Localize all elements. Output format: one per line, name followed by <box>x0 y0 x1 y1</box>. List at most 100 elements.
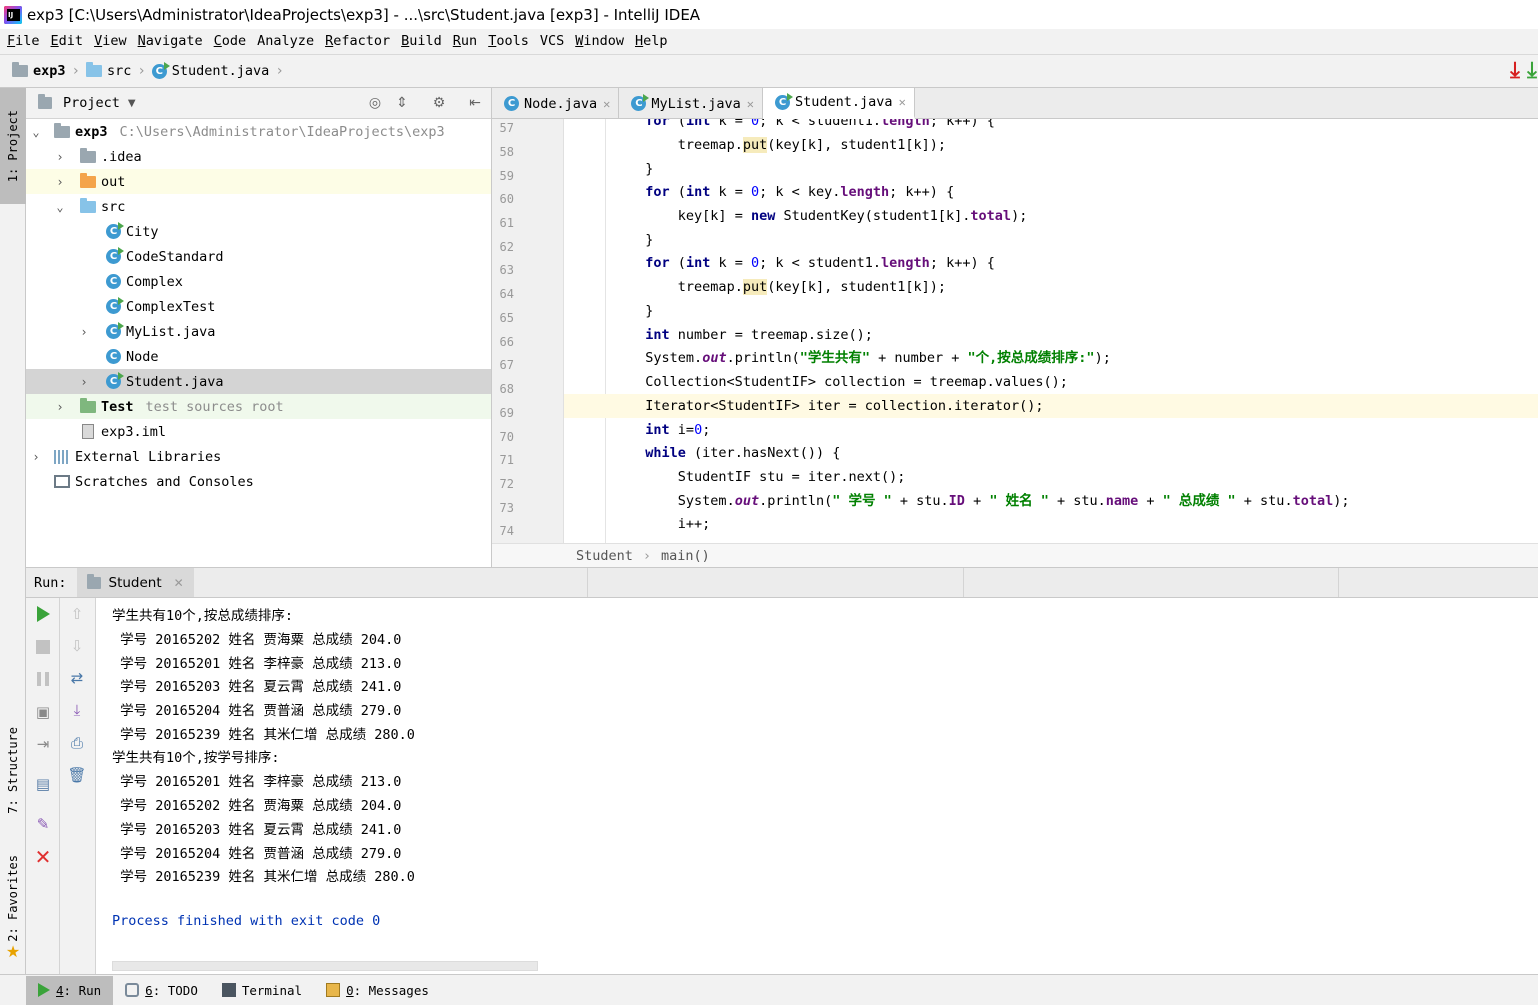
tree-row-class[interactable]: C City <box>26 219 491 244</box>
collapse-all-icon[interactable]: ⇕ <box>393 94 411 112</box>
menu-code[interactable]: Code <box>214 33 247 49</box>
scroll-up-button[interactable]: ⇧ <box>67 604 87 624</box>
tool-tab-project-label: 1: Project <box>6 109 20 183</box>
tree-label: Test <box>101 398 134 415</box>
bottom-tab-messages[interactable]: 0: Messages <box>314 976 441 1005</box>
scratches-icon <box>54 475 70 488</box>
bottom-tab-terminal[interactable]: Terminal <box>210 976 314 1005</box>
layout-button[interactable]: ▤ <box>33 774 53 794</box>
menu-refactor[interactable]: Refactor <box>325 33 390 49</box>
menu-help[interactable]: Help <box>635 33 668 49</box>
menu-tools[interactable]: Tools <box>488 33 529 49</box>
close-icon[interactable]: ✕ <box>747 97 754 111</box>
soft-wrap-button[interactable]: ⇄ <box>67 668 87 688</box>
tree-row-class[interactable]: C Node <box>26 344 491 369</box>
code-line-current: Iterator<StudentIF> iter = collection.it… <box>564 394 1538 418</box>
print-button[interactable]: ⎙ <box>67 733 87 753</box>
scroll-down-button[interactable]: ⇩ <box>67 636 87 656</box>
bottom-tab-run[interactable]: 4: Run <box>26 975 114 1005</box>
tree-row-external-libraries[interactable]: › External Libraries <box>26 444 491 469</box>
class-icon: C <box>106 222 124 239</box>
chevron-right-icon[interactable]: › <box>78 376 90 388</box>
stop-button[interactable] <box>33 637 53 657</box>
tree-row-class[interactable]: › C MyList.java <box>26 319 491 344</box>
locate-icon[interactable]: ◎ <box>366 94 384 112</box>
line-number: 58 <box>499 145 514 159</box>
tool-tab-project[interactable]: 1: Project <box>0 88 26 204</box>
breadcrumb-folder[interactable]: src <box>107 63 131 79</box>
breadcrumb: exp3 › src › C Student.java › <box>12 61 290 79</box>
editor-breadcrumb-method[interactable]: main() <box>661 548 710 564</box>
pause-button[interactable] <box>33 669 53 689</box>
console-output[interactable]: 学生共有10个,按总成绩排序: 学号 20165202 姓名 贾海粟 总成绩 2… <box>96 598 1538 974</box>
project-panel-title[interactable]: Project <box>63 95 120 111</box>
menu-file[interactable]: File <box>7 33 40 49</box>
close-icon[interactable]: ✕ <box>603 97 610 111</box>
rerun-button[interactable] <box>33 604 53 624</box>
tool-tab-structure[interactable]: 7: Structure <box>0 715 26 825</box>
hide-panel-icon[interactable]: ⇤ <box>466 94 484 112</box>
close-icon[interactable]: ✕ <box>174 576 184 590</box>
menu-vcs[interactable]: VCS <box>540 33 564 49</box>
line-number: 72 <box>499 477 514 491</box>
tree-row-class-selected[interactable]: › C Student.java <box>26 369 491 394</box>
chevron-right-icon[interactable]: › <box>54 176 66 188</box>
menu-navigate[interactable]: Navigate <box>138 33 203 49</box>
tree-row-scratches[interactable]: Scratches and Consoles <box>26 469 491 494</box>
tree-row-idea[interactable]: › .idea <box>26 144 491 169</box>
chevron-right-icon: › <box>275 63 284 79</box>
close-run-button[interactable]: ✕ <box>33 845 53 869</box>
menu-view[interactable]: View <box>94 33 127 49</box>
pin-button[interactable]: ✎ <box>33 814 53 834</box>
module-folder-icon <box>54 122 70 138</box>
chevron-right-icon[interactable]: › <box>54 401 66 413</box>
line-number-gutter: 57 58 59 60 61 62 63 64 65 66 67 68 69 7… <box>492 119 564 543</box>
line-number: 64 <box>499 287 514 301</box>
line-number: 59 <box>499 169 514 183</box>
chevron-down-icon[interactable]: ⌄ <box>30 126 42 138</box>
code-line: StudentIF stu = iter.next(); <box>677 469 906 485</box>
run-config-icon <box>86 573 101 589</box>
menu-build[interactable]: Build <box>401 33 442 49</box>
tree-row-test[interactable]: › Test test sources root <box>26 394 491 419</box>
clear-all-button[interactable]: 🗑 <box>67 765 87 785</box>
scroll-to-end-button[interactable]: ⤓ <box>67 700 87 720</box>
menu-edit[interactable]: Edit <box>51 33 84 49</box>
close-icon[interactable]: ✕ <box>899 95 906 109</box>
editor-tab-node[interactable]: C Node.java ✕ <box>492 88 620 119</box>
tree-row-out[interactable]: › out <box>26 169 491 194</box>
breadcrumb-file[interactable]: Student.java <box>172 63 270 79</box>
dump-threads-button[interactable]: ▣ <box>33 702 53 722</box>
editor-tab-student[interactable]: C Student.java ✕ <box>763 88 915 119</box>
exit-button[interactable]: ⇥ <box>33 734 53 754</box>
menu-window[interactable]: Window <box>575 33 624 49</box>
tree-row-class[interactable]: C Complex <box>26 269 491 294</box>
editor-breadcrumb-class[interactable]: Student <box>576 548 633 564</box>
bottom-tab-todo[interactable]: 6: TODO <box>113 976 210 1005</box>
menu-run[interactable]: Run <box>453 33 477 49</box>
tree-row-class[interactable]: C CodeStandard <box>26 244 491 269</box>
update-arrow-icon[interactable]: ⤓ <box>1526 59 1538 83</box>
chevron-right-icon[interactable]: › <box>54 151 66 163</box>
chevron-down-icon[interactable]: ▼ <box>128 98 136 109</box>
tree-row-class[interactable]: C ComplexTest <box>26 294 491 319</box>
chevron-right-icon[interactable]: › <box>30 451 42 463</box>
editor-tab-mylist[interactable]: C MyList.java ✕ <box>619 88 764 119</box>
tool-tab-favorites[interactable]: 2: Favorites ★ <box>0 848 26 968</box>
tree-row-iml[interactable]: exp3.iml <box>26 419 491 444</box>
chevron-down-icon[interactable]: ⌄ <box>54 201 66 213</box>
chevron-right-icon[interactable]: › <box>78 326 90 338</box>
breadcrumb-project[interactable]: exp3 <box>33 63 66 79</box>
gear-icon[interactable]: ⚙ <box>430 94 448 112</box>
code-line: while (iter.hasNext()) { <box>645 445 841 461</box>
line-number: 61 <box>499 216 514 230</box>
horizontal-scrollbar[interactable] <box>112 961 538 971</box>
code-area[interactable]: for (int k = 0; k < student1.length; k++… <box>564 119 1538 543</box>
download-arrow-icon[interactable]: ⤓ <box>1504 59 1526 83</box>
tree-row-root[interactable]: ⌄ exp3 C:\Users\Administrator\IdeaProjec… <box>26 119 491 144</box>
scroll-end-icon: ⤓ <box>73 701 81 719</box>
menu-analyze[interactable]: Analyze <box>257 33 314 49</box>
tree-row-src[interactable]: ⌄ src <box>26 194 491 219</box>
run-tab-student[interactable]: Student ✕ <box>76 568 194 597</box>
close-icon: ✕ <box>34 845 52 869</box>
